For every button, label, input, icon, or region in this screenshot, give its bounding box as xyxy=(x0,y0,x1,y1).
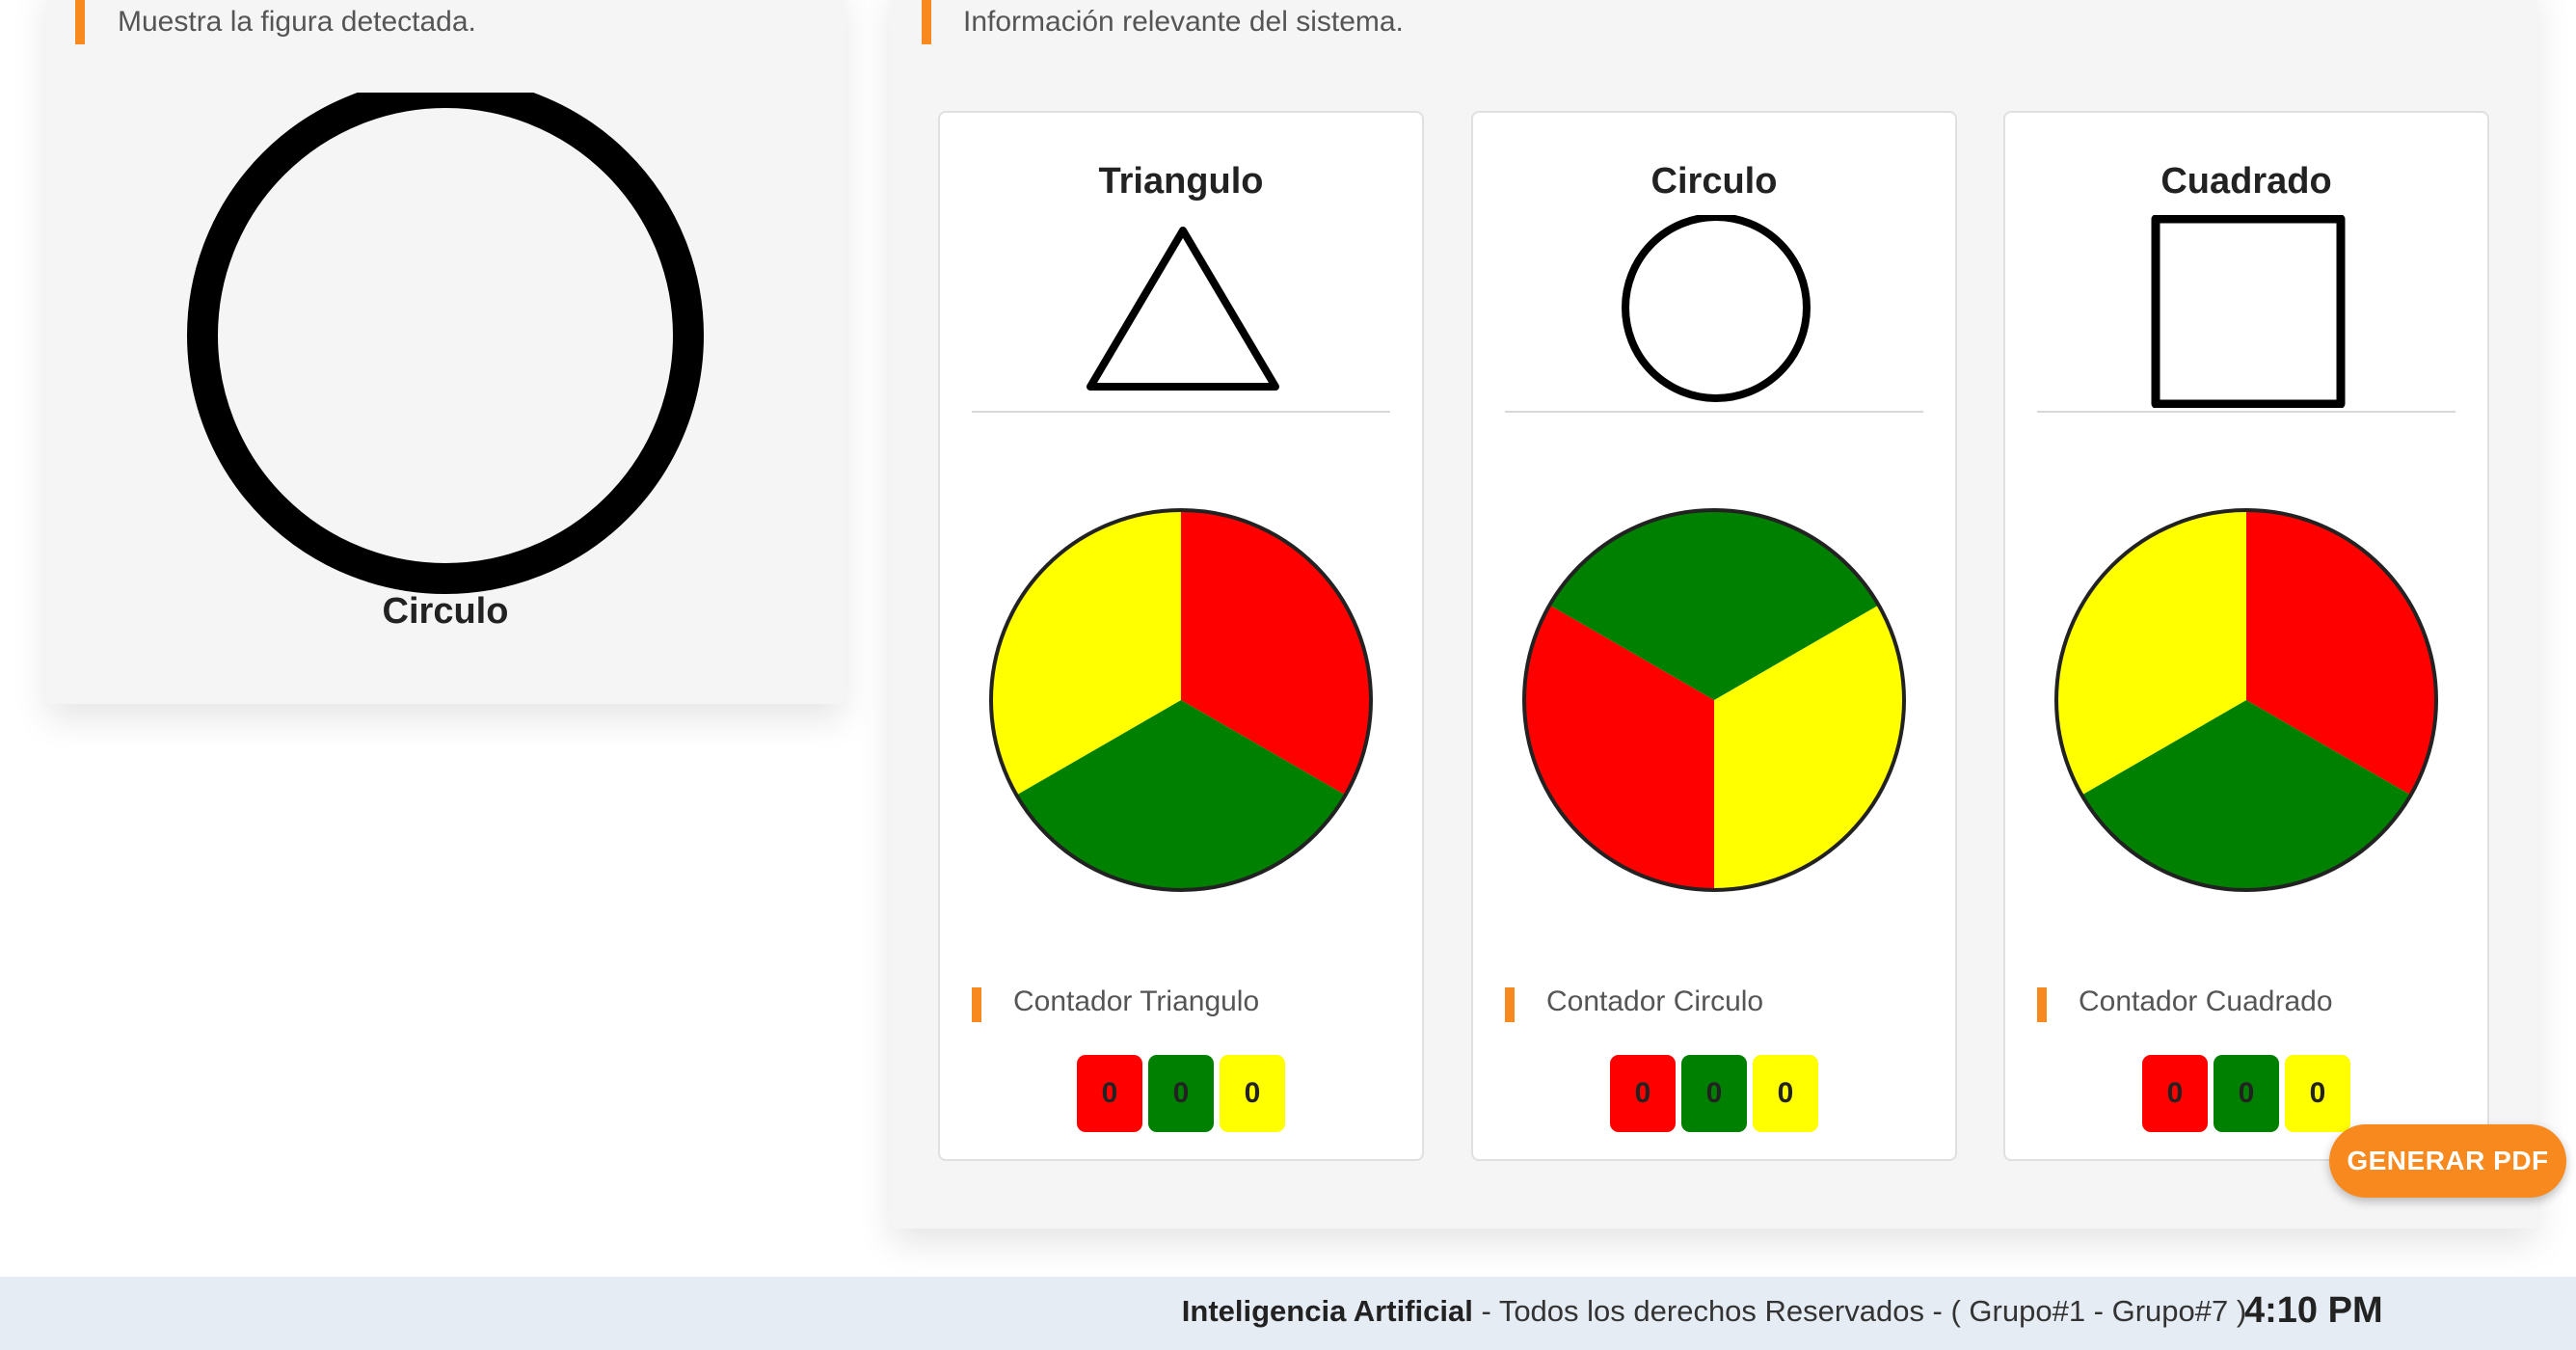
footer: Inteligencia Artificial - Todos los dere… xyxy=(0,1277,2576,1350)
detected-figure-panel: Muestra la figura detectada. Circulo xyxy=(46,0,845,704)
yellow-count: 0 xyxy=(2285,1055,2350,1132)
generate-pdf-button[interactable]: GENERAR PDF xyxy=(2329,1124,2566,1198)
counter-accent-bar xyxy=(1505,987,1515,1022)
color-pie-chart xyxy=(989,508,1373,892)
card-title: Triangulo xyxy=(1098,161,1264,202)
counter-label: Contador Circulo xyxy=(1546,986,1764,1017)
color-pie-chart xyxy=(2054,508,2438,892)
circle-icon xyxy=(1622,215,1811,402)
card-divider xyxy=(2037,411,2455,413)
yellow-count: 0 xyxy=(1753,1055,1818,1132)
card-divider xyxy=(1505,411,1923,413)
green-count: 0 xyxy=(2214,1055,2279,1132)
card-title: Cuadrado xyxy=(2160,161,2332,202)
left-accent-bar xyxy=(75,0,85,44)
red-count: 0 xyxy=(2142,1055,2208,1132)
green-count: 0 xyxy=(1681,1055,1747,1132)
color-counters: 0 0 0 xyxy=(1473,1055,1955,1132)
detected-figure-label: Circulo xyxy=(382,591,509,632)
counter-accent-bar xyxy=(2037,987,2047,1022)
color-counters: 0 0 0 xyxy=(2005,1055,2487,1132)
footer-rights: - Todos los derechos Reservados - ( Grup… xyxy=(1472,1294,2247,1328)
card-cuadrado: Cuadrado Contador Cuadrado 0 0 0 xyxy=(2003,111,2489,1161)
footer-brand: Inteligencia Artificial xyxy=(1181,1294,1473,1328)
red-count: 0 xyxy=(1610,1055,1676,1132)
yellow-count: 0 xyxy=(1220,1055,1285,1132)
right-panel-subtitle: Información relevante del sistema. xyxy=(963,6,1404,38)
footer-text: Inteligencia Artificial - Todos los dere… xyxy=(0,1294,2576,1329)
system-info-panel: Información relevante del sistema. Trian… xyxy=(891,0,2537,1228)
card-circulo: Circulo Contador Circulo 0 0 0 xyxy=(1471,111,1957,1161)
counter-label: Contador Cuadrado xyxy=(2079,986,2333,1017)
green-count: 0 xyxy=(1148,1055,1214,1132)
square-icon xyxy=(2151,215,2346,408)
right-accent-bar xyxy=(922,0,931,44)
color-counters: 0 0 0 xyxy=(940,1055,1422,1132)
card-divider xyxy=(972,411,1390,413)
card-triangulo: Triangulo Contador Triangulo 0 0 0 xyxy=(938,111,1424,1161)
left-panel-subtitle: Muestra la figura detectada. xyxy=(118,6,476,38)
red-count: 0 xyxy=(1077,1055,1142,1132)
triangle-icon xyxy=(1087,227,1279,391)
counter-label: Contador Triangulo xyxy=(1013,986,1260,1017)
footer-clock: 4:10 PM xyxy=(2244,1290,2383,1331)
card-title: Circulo xyxy=(1650,161,1778,202)
detected-circle-icon xyxy=(187,93,704,594)
color-pie-chart xyxy=(1522,508,1906,892)
counter-accent-bar xyxy=(972,987,981,1022)
